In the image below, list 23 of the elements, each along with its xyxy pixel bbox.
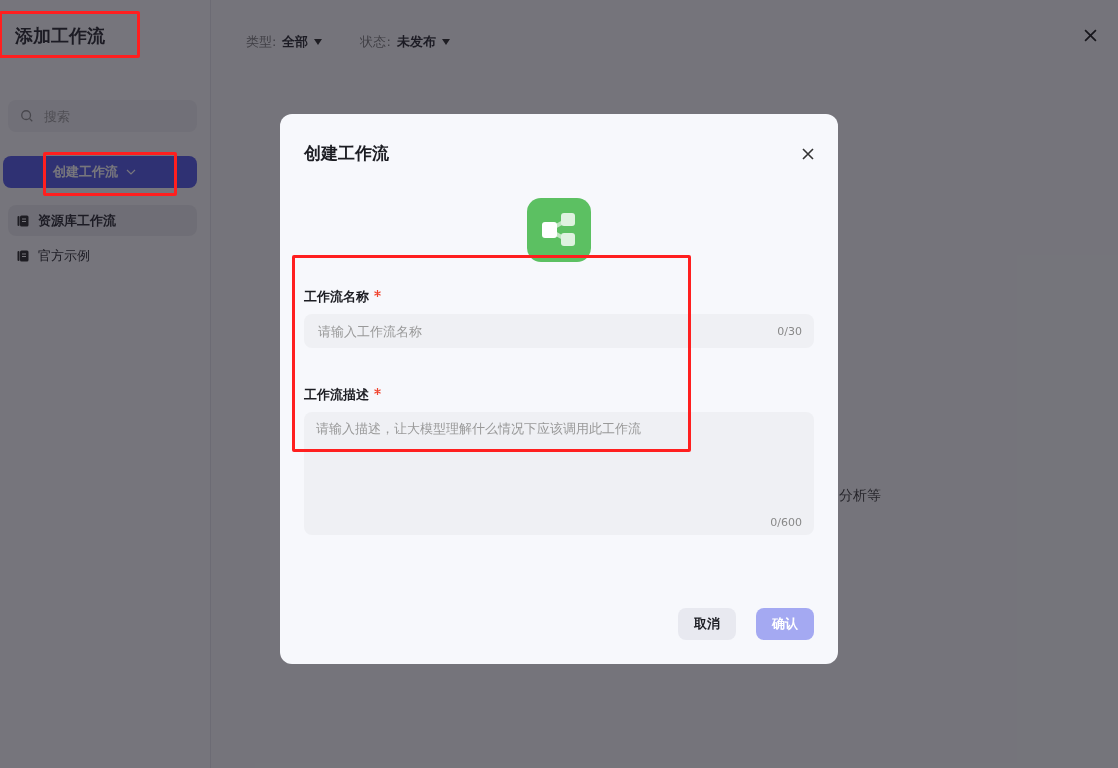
name-field[interactable]: 请输入工作流名称 0/30 bbox=[304, 314, 814, 348]
chevron-icon bbox=[125, 169, 136, 175]
workflow-icon bbox=[527, 198, 591, 262]
description-field[interactable]: 请输入描述，让大模型理解什么情况下应该调用此工作流 0/600 bbox=[304, 412, 814, 535]
character-counter: 0/600 bbox=[770, 516, 802, 529]
sidebar-item[interactable]: 资源库工作流 bbox=[8, 205, 197, 236]
field-label: 工作流描述 bbox=[304, 386, 369, 404]
dialog-title: 创建工作流 bbox=[304, 142, 389, 165]
description-text: 分析等 bbox=[839, 487, 881, 505]
search-icon bbox=[20, 109, 34, 123]
book-icon bbox=[17, 249, 29, 262]
panel-title: 添加工作流 bbox=[15, 24, 106, 48]
cancel-button[interactable]: 取消 bbox=[678, 608, 736, 640]
caret-icon bbox=[441, 39, 450, 45]
caret-icon bbox=[314, 39, 323, 45]
field-label: 工作流名称 bbox=[304, 288, 369, 306]
character-counter: 0/30 bbox=[777, 324, 802, 338]
create-workflow-button[interactable]: 创建工作流 bbox=[3, 156, 197, 188]
description-input-field[interactable]: 请输入描述，让大模型理解什么情况下应该调用此工作流 bbox=[316, 420, 802, 480]
book-icon bbox=[17, 214, 29, 227]
close-icon[interactable] bbox=[802, 147, 814, 160]
name-input-field[interactable]: 请输入工作流名称 bbox=[316, 322, 778, 340]
sidebar-item[interactable]: 官方示例 bbox=[8, 240, 197, 271]
